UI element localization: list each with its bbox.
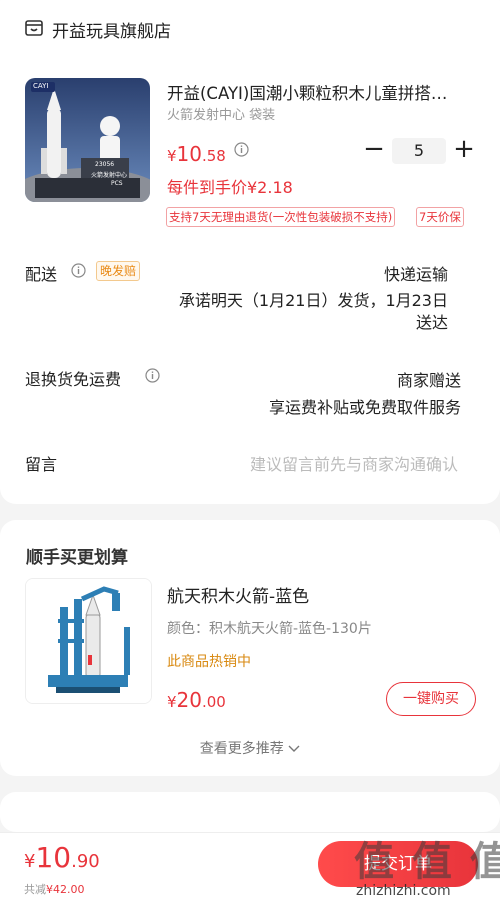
product-image-model: 23056 — [95, 161, 115, 168]
product-image-name: 火箭发射中心 — [91, 172, 128, 179]
shop-icon — [24, 18, 44, 38]
chevron-down-icon — [288, 741, 300, 757]
price-integer: 20 — [176, 688, 202, 712]
returns-desc: 享运费补贴或免费取件服务 — [268, 398, 461, 417]
upsell-title: 顺手买更划算 — [26, 548, 128, 568]
delivery-method[interactable]: 快递运输 — [384, 261, 448, 285]
total-discount[interactable]: 共减¥42.00 — [24, 881, 85, 897]
product-image[interactable]: CAYI 23056 火箭发射中心 PCS — [25, 78, 150, 202]
late-compensation-badge: 晚发赔 — [96, 261, 141, 281]
watermark-logo: 值 值 值 zhizhizhi.com — [348, 833, 500, 912]
one-click-buy-button[interactable]: 一键购买 — [386, 682, 476, 716]
see-more-recommendations[interactable]: 查看更多推荐 — [0, 738, 500, 758]
returns-info-icon[interactable] — [145, 368, 160, 383]
return-policy-badge: 支持7天无理由退货(一次性包装破损不支持) — [166, 207, 396, 227]
delivery-promise-line1: 承诺明天（1月21日）发货，1月23日 — [178, 291, 448, 310]
shop-name[interactable]: 开益玩具旗舰店 — [52, 17, 171, 42]
product-price: ¥10.58 — [167, 142, 226, 166]
discount-prefix: 共减 — [24, 883, 46, 896]
currency-symbol: ¥ — [167, 147, 177, 165]
product-spec: 火箭发射中心 袋装 — [167, 108, 276, 123]
quantity-input[interactable]: 5 — [392, 138, 446, 164]
product-image-brand: CAYI — [33, 82, 49, 90]
next-card — [0, 792, 500, 832]
discount-value: ¥42.00 — [46, 883, 85, 896]
upsell-price: ¥20.00 — [167, 688, 226, 712]
see-more-label: 查看更多推荐 — [199, 741, 284, 757]
note-label: 留言 — [25, 455, 58, 474]
total-price: ¥10.90 — [24, 841, 100, 874]
currency-symbol: ¥ — [167, 693, 177, 711]
delivery-promise-line2: 送达 — [415, 313, 448, 332]
checkout-bar: ¥10.90 共减¥42.00 提交订单 值 值 值 zhizhizhi.com — [0, 832, 500, 912]
quantity-plus-button[interactable]: + — [450, 136, 478, 164]
note-input[interactable]: 建议留言前先与商家沟通确认 — [250, 451, 458, 475]
each-price: 每件到手价¥2.18 — [167, 178, 293, 197]
upsell-product-image[interactable] — [25, 578, 152, 704]
price-protect-badge: 7天价保 — [416, 207, 464, 227]
price-integer: 10 — [176, 142, 202, 166]
watermark-url: zhizhizhi.com — [356, 883, 451, 899]
quantity-minus-button[interactable]: − — [360, 136, 388, 164]
price-info-icon[interactable] — [234, 142, 249, 157]
upsell-product-name[interactable]: 航天积木火箭-蓝色 — [167, 582, 309, 607]
watermark-text: 值 值 值 — [354, 839, 500, 885]
order-card — [0, 0, 500, 504]
returns-label: 退换货免运费 — [25, 370, 122, 389]
delivery-label: 配送 — [25, 265, 58, 284]
returns-value: 商家赠送 — [396, 371, 461, 390]
product-title[interactable]: 开益(CAYI)国潮小颗粒积木儿童拼搭… — [167, 80, 472, 104]
upsell-product-spec: 颜色：积木航天火箭-蓝色-130片 — [167, 621, 372, 637]
price-decimal: .58 — [202, 147, 226, 165]
price-decimal: .00 — [202, 693, 226, 711]
total-integer: 10 — [35, 841, 72, 874]
upsell-hot-label: 此商品热销中 — [167, 654, 251, 670]
product-image-pcs: PCS — [111, 180, 123, 187]
delivery-info-icon[interactable] — [71, 263, 86, 278]
currency-symbol: ¥ — [24, 851, 36, 872]
total-decimal: .90 — [71, 851, 100, 872]
